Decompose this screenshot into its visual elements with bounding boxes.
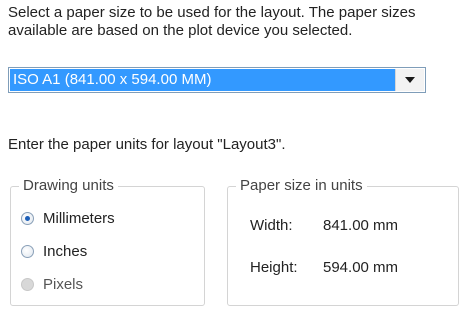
width-label: Width: [250, 217, 293, 234]
drawing-units-legend: Drawing units [19, 177, 118, 195]
dropdown-button[interactable] [395, 69, 424, 91]
radio-pixels: Pixels [21, 273, 83, 295]
chevron-down-icon [405, 77, 415, 83]
paper-size-in-units-group: Paper size in units Width: 841.00 mm Hei… [227, 177, 459, 306]
radio-label-millimeters: Millimeters [43, 209, 115, 227]
paper-size-dropdown[interactable]: ISO A1 (841.00 x 594.00 MM) [8, 67, 426, 93]
radio-label-inches: Inches [43, 242, 88, 260]
radio-button-millimeters[interactable] [21, 211, 34, 225]
height-value: 594.00 mm [323, 259, 399, 276]
units-prompt: Enter the paper units for layout "Layout… [8, 136, 286, 153]
radio-label-pixels: Pixels [43, 275, 84, 293]
paper-size-selected-value[interactable]: ISO A1 (841.00 x 594.00 MM) [10, 69, 395, 91]
radio-button-pixels [21, 277, 34, 291]
radio-millimeters[interactable]: Millimeters [21, 207, 115, 229]
radio-inches[interactable]: Inches [21, 240, 87, 262]
width-value: 841.00 mm [323, 217, 399, 234]
paper-size-units-legend: Paper size in units [236, 177, 367, 195]
height-label: Height: [250, 259, 298, 276]
intro-text: Select a paper size to be used for the l… [8, 4, 416, 39]
drawing-units-group: Drawing units Millimeters Inches Pixels [10, 177, 205, 306]
radio-button-inches[interactable] [21, 244, 34, 258]
